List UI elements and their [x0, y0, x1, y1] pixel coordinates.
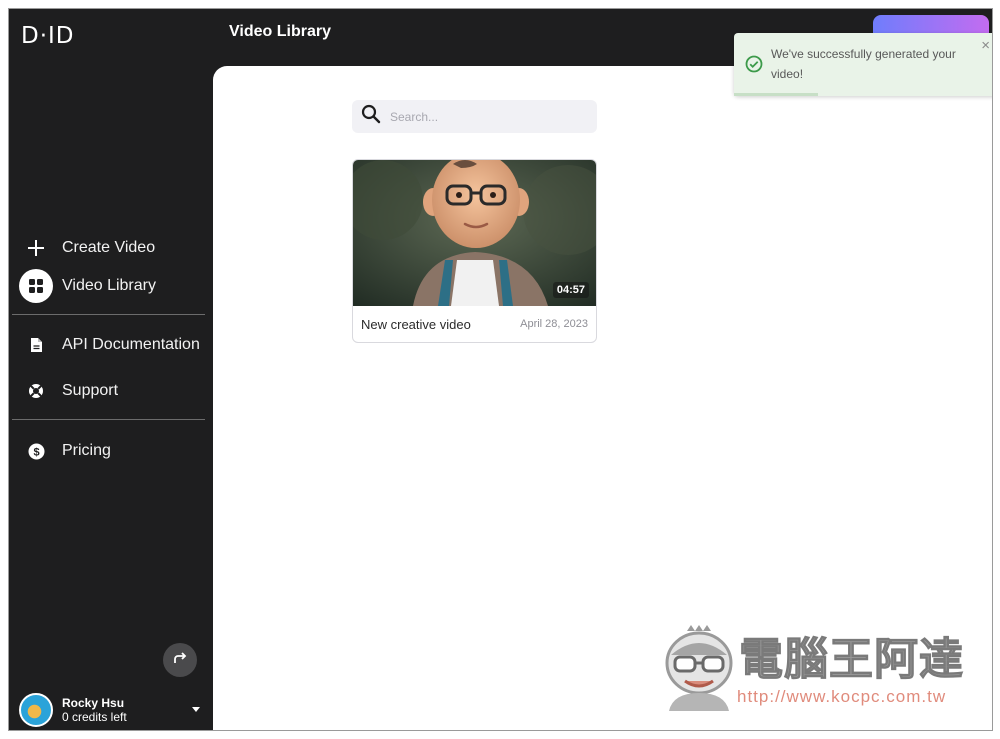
video-title: New creative video — [361, 317, 471, 332]
video-date: April 28, 2023 — [520, 318, 588, 330]
sidebar-item-label: Support — [62, 382, 119, 399]
sidebar-item-label: Video Library — [62, 277, 156, 294]
search-bar[interactable] — [352, 100, 597, 133]
user-credits: 0 credits left — [62, 710, 127, 724]
user-name: Rocky Hsu — [62, 696, 125, 710]
dollar-icon: $ — [19, 434, 53, 468]
check-circle-icon — [745, 55, 763, 73]
user-menu[interactable]: Rocky Hsu 0 credits left — [19, 692, 204, 728]
user-info: Rocky Hsu 0 credits left — [62, 696, 127, 724]
watermark-text: 電腦王阿達 — [739, 634, 964, 686]
close-icon[interactable]: × — [981, 38, 990, 53]
watermark-url: http://www.kocpc.com.tw — [737, 687, 947, 706]
sidebar-item-support[interactable]: Support — [19, 372, 209, 410]
sidebar-divider — [12, 314, 205, 315]
search-icon — [361, 104, 381, 129]
avatar — [19, 693, 53, 727]
document-icon — [19, 328, 53, 362]
share-arrow-button[interactable] — [163, 643, 197, 677]
share-arrow-icon — [173, 651, 187, 669]
toast-progress-bar — [734, 93, 818, 96]
app-window: D·ID Create Video Video Library API Docu… — [8, 8, 993, 731]
grid-icon — [19, 269, 53, 303]
search-input[interactable] — [390, 109, 580, 124]
plus-icon — [19, 231, 53, 265]
sidebar-item-create-video[interactable]: Create Video — [19, 229, 209, 267]
sidebar-divider — [12, 419, 205, 420]
caret-down-icon — [192, 707, 200, 712]
toast-message: We've successfully generated your video! — [771, 47, 956, 81]
page-title: Video Library — [229, 23, 331, 40]
sidebar-item-label: Pricing — [62, 442, 111, 459]
success-toast: We've successfully generated your video!… — [734, 33, 992, 96]
watermark-mascot-icon — [665, 625, 733, 711]
video-duration: 04:57 — [552, 282, 589, 298]
video-thumbnail[interactable]: 04:57 — [353, 160, 596, 306]
sidebar-item-video-library[interactable]: Video Library — [19, 267, 209, 305]
lifebuoy-icon — [19, 374, 53, 408]
d-id-logo[interactable]: D·ID — [21, 23, 75, 49]
sidebar-item-label: API Documentation — [62, 336, 200, 353]
watermark: 電腦王阿達 http://www.kocpc.com.tw — [659, 623, 969, 711]
svg-text:$: $ — [33, 446, 39, 458]
video-card[interactable]: 04:57 New creative video April 28, 2023 — [352, 159, 597, 343]
sidebar-item-label: Create Video — [62, 239, 156, 256]
sidebar-item-pricing[interactable]: $ Pricing — [19, 432, 209, 470]
sidebar-item-api-documentation[interactable]: API Documentation — [19, 326, 209, 364]
